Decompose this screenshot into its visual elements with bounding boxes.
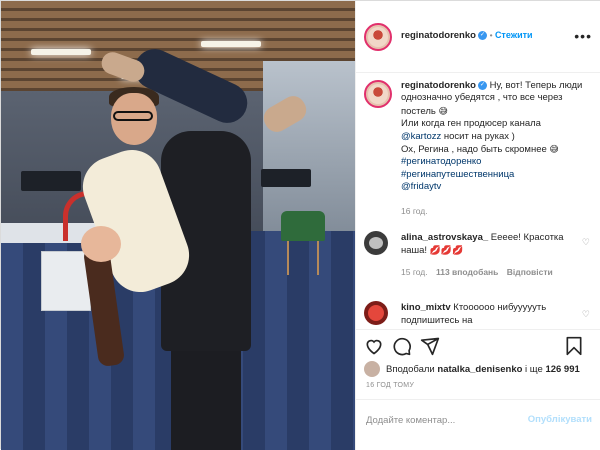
caption-avatar[interactable] (364, 80, 392, 108)
share-icon[interactable] (420, 336, 440, 356)
reply-button[interactable]: Відповісти (507, 267, 553, 277)
post-modal: reginatodorenko ✓ • Стежити ••• reginatod… (0, 0, 600, 450)
liker-username[interactable]: natalka_denisenko (437, 364, 522, 375)
hashtag-link[interactable]: #регинапутешественница (401, 169, 514, 180)
verified-badge-icon: ✓ (477, 30, 487, 40)
photo-monitor (21, 171, 81, 191)
author-avatar[interactable] (364, 23, 392, 51)
hashtag-link[interactable]: #регинатодоренко (401, 156, 481, 167)
commenter-avatar[interactable] (364, 301, 388, 325)
comment-item: alina_astrovskaya_ Еееее! Красотка наша!… (401, 231, 571, 257)
photo-glasses (113, 111, 153, 121)
post-photo[interactable] (1, 1, 355, 450)
comment-icon[interactable] (392, 336, 412, 356)
add-comment-bar: Опублікувати (356, 399, 600, 439)
caption-line-3: носит на руках ) (441, 130, 515, 142)
comment-likes-count[interactable]: 113 вподобань (436, 267, 498, 277)
likes-prefix: Вподобали (386, 364, 435, 375)
post-side-panel: reginatodorenko ✓ • Стежити ••• reginatod… (355, 1, 600, 450)
sweat-smile-emoji-icon: 😅 (549, 144, 559, 155)
action-bar (356, 329, 600, 361)
comment-like-heart-icon[interactable]: ♡ (582, 309, 590, 320)
comment-like-heart-icon[interactable]: ♡ (582, 237, 590, 248)
likes-text: Вподобали natalka_denisenko і ще 126 991 (386, 364, 580, 375)
post-timestamp[interactable]: 16 ГОД ТОМУ (366, 382, 414, 389)
comment-author[interactable]: kino_mixtv (401, 302, 451, 313)
liker-avatar[interactable] (364, 361, 380, 377)
comment-item: kino_mixtv Ктоооооо нибуууууть подпишите… (401, 301, 571, 327)
verified-badge-icon: ✓ (477, 80, 487, 90)
author-username[interactable]: reginatodorenko (401, 30, 476, 41)
sweat-smile-emoji-icon: 😅 (438, 105, 448, 116)
follow-button[interactable]: Стежити (495, 30, 533, 40)
mention-link[interactable]: @fridaytv (401, 181, 441, 192)
likes-count[interactable]: 126 991 (545, 364, 579, 375)
photo-ceiling-light (31, 49, 91, 55)
likes-summary: Вподобали natalka_denisenko і ще 126 991 (364, 361, 600, 379)
publish-button[interactable]: Опублікувати (528, 414, 592, 425)
caption-line-2: Или когда ген продюсер канала (401, 118, 541, 130)
likes-middle: і ще (525, 364, 543, 375)
mention-link[interactable]: @kartozz (401, 131, 441, 142)
post-header: reginatodorenko ✓ • Стежити ••• (356, 1, 600, 73)
commenter-avatar[interactable] (364, 231, 388, 255)
caption: reginatodorenko ✓ Ну, вот! Теперь люди од… (401, 80, 591, 194)
more-options-icon[interactable]: ••• (574, 28, 592, 44)
bookmark-icon[interactable] (564, 336, 584, 356)
comment-meta: 15 год. 113 вподобань Відповісти (401, 267, 553, 277)
photo-stool (281, 211, 325, 275)
photo-woman-head (81, 226, 121, 262)
heart-icon[interactable] (364, 336, 384, 356)
comment-input[interactable] (366, 410, 516, 430)
header-author-row: reginatodorenko ✓ • Стежити (401, 30, 533, 41)
caption-time[interactable]: 16 год. (401, 206, 428, 216)
comments-list[interactable]: reginatodorenko ✓ Ну, вот! Теперь люди од… (356, 74, 600, 329)
caption-line-4: Ох, Регина , надо быть скромнее (401, 144, 547, 156)
caption-author[interactable]: reginatodorenko (401, 80, 476, 91)
comment-author[interactable]: alina_astrovskaya_ (401, 232, 488, 243)
kiss-lips-emoji-icon: 💋💋💋 (429, 245, 464, 255)
photo-ceiling-light (201, 41, 261, 47)
photo-monitor (261, 169, 311, 187)
comment-time[interactable]: 15 год. (401, 267, 428, 277)
